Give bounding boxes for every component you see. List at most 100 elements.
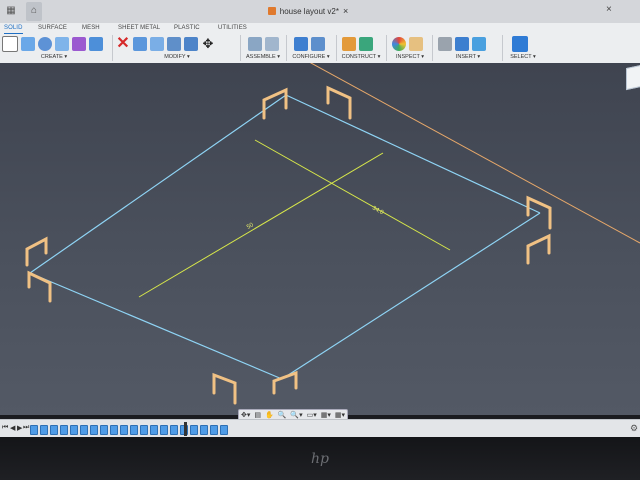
timeline-feature[interactable] [140,425,148,435]
sweep-icon[interactable] [55,37,69,51]
dimension-label[interactable]: 34.0 [371,205,385,216]
insert-derive-icon[interactable] [438,37,452,51]
measure-icon[interactable] [409,37,423,51]
monitor-bezel: hp [0,437,640,480]
window-title-bar: ▦ ⌂ house layout v2* × × [0,0,640,23]
axis-line [309,63,640,244]
grid-menu-icon[interactable]: ▦ [4,4,18,18]
timeline-feature[interactable] [220,425,228,435]
post[interactable] [272,370,298,395]
sketch-edge [285,94,541,214]
timeline-feature[interactable] [100,425,108,435]
ribbon-divider [502,35,503,61]
select-icon[interactable] [512,36,528,52]
modify-group-label[interactable]: MODIFY ▾ [116,54,238,60]
ribbon-divider [286,35,287,61]
view-cube[interactable] [626,63,640,91]
timeline-marker[interactable] [184,422,187,436]
combine-icon[interactable] [184,37,198,51]
ribbon-divider [386,35,387,61]
timeline-feature[interactable] [160,425,168,435]
tab-plastic[interactable]: PLASTIC [174,23,200,33]
timeline-feature[interactable] [90,425,98,435]
move-icon[interactable]: ✥ [201,37,215,51]
timeline: ⏮ ◀ ▶ ⏭ ⚙ [0,419,640,438]
timeline-feature[interactable] [70,425,78,435]
select-group-label[interactable]: SELECT ▾ [506,54,540,60]
configure-group-label[interactable]: CONFIGURE ▾ [290,54,332,60]
document-tab[interactable]: house layout v2* × [248,1,368,21]
delete-icon[interactable]: ✕ [116,36,130,52]
parameters-icon[interactable] [311,37,325,51]
as-built-joint-icon[interactable] [265,37,279,51]
timeline-feature[interactable] [50,425,58,435]
timeline-play-icon[interactable]: ▶ [17,424,22,432]
timeline-feature[interactable] [60,425,68,435]
box-icon[interactable] [89,37,103,51]
tab-surface[interactable]: SURFACE [38,23,67,33]
timeline-feature[interactable] [30,425,38,435]
modify-group: ✕ ✥ MODIFY ▾ [116,35,238,63]
ribbon-divider [432,35,433,61]
tab-mesh[interactable]: MESH [82,23,100,33]
form-icon[interactable] [72,37,86,51]
timeline-feature[interactable] [130,425,138,435]
sketch-rectangle [29,94,541,380]
timeline-track [30,425,228,435]
post[interactable] [526,233,551,265]
timeline-end-icon[interactable]: ⏭ [23,424,29,432]
ribbon-toolbar: SOLID SURFACE MESH SHEET METAL PLASTIC U… [0,23,640,64]
configure-icon[interactable] [294,37,308,51]
post[interactable] [262,87,288,120]
midplane-icon[interactable] [359,37,373,51]
sketch-edge [281,212,541,380]
hp-logo: hp [311,451,329,467]
extrude-icon[interactable] [21,37,35,51]
timeline-feature[interactable] [120,425,128,435]
assemble-group-label[interactable]: ASSEMBLE ▾ [244,54,282,60]
construct-group: CONSTRUCT ▾ [340,35,382,63]
sketch-edge [29,94,287,274]
timeline-feature[interactable] [200,425,208,435]
tab-solid[interactable]: SOLID [4,23,23,34]
create-group-label[interactable]: CREATE ▾ [0,54,108,60]
post-group [25,85,552,405]
post[interactable] [27,270,52,303]
home-tab[interactable]: ⌂ [26,2,42,21]
shell-icon[interactable] [167,37,181,51]
post[interactable] [25,236,48,267]
new-component-icon[interactable] [2,36,18,52]
timeline-feature[interactable] [210,425,218,435]
press-pull-icon[interactable] [133,37,147,51]
construct-group-label[interactable]: CONSTRUCT ▾ [340,54,382,60]
post[interactable] [326,85,352,120]
sketch-edge [29,272,283,380]
insert-group: INSERT ▾ [436,35,500,63]
tab-utilities[interactable]: UTILITIES [218,23,247,33]
joint-icon[interactable] [248,37,262,51]
timeline-feature[interactable] [40,425,48,435]
canvas-icon[interactable] [472,37,486,51]
inspect-icon[interactable] [392,37,406,51]
timeline-feature[interactable] [190,425,198,435]
gear-icon[interactable]: ⚙ [630,423,638,434]
timeline-feature[interactable] [170,425,178,435]
home-icon: ⌂ [30,5,38,16]
timeline-start-icon[interactable]: ⏮ [2,424,8,432]
tab-sheet-metal[interactable]: SHEET METAL [118,23,160,33]
revolve-icon[interactable] [38,37,52,51]
timeline-feature[interactable] [80,425,88,435]
offset-plane-icon[interactable] [342,37,356,51]
close-icon[interactable]: × [606,4,618,18]
tab-close-icon[interactable]: × [343,6,348,16]
timeline-feature[interactable] [110,425,118,435]
insert-group-label[interactable]: INSERT ▾ [436,54,500,60]
fillet-icon[interactable] [150,37,164,51]
center-lines [138,139,451,298]
insert-mesh-icon[interactable] [455,37,469,51]
post[interactable] [212,372,237,405]
inspect-group-label[interactable]: INSPECT ▾ [390,54,430,60]
timeline-back-icon[interactable]: ◀ [10,424,15,432]
viewport-canvas[interactable]: 50 34.0 [0,63,640,415]
timeline-feature[interactable] [150,425,158,435]
